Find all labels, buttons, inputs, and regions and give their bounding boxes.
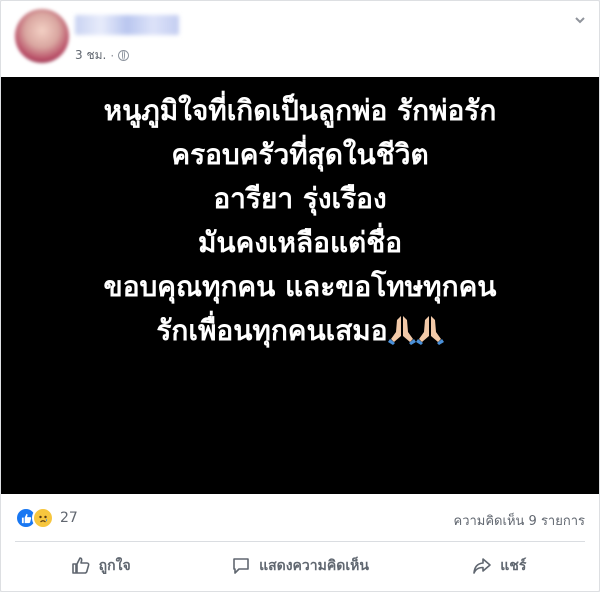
thumbs-up-icon	[71, 557, 90, 574]
avatar[interactable]	[15, 9, 69, 63]
folded-hands-icon	[387, 316, 416, 345]
author-name-blurred[interactable]	[75, 15, 179, 35]
divider	[15, 541, 585, 542]
comments-count-link[interactable]: ความคิดเห็น 9 รายการ	[454, 510, 586, 531]
post-card: 3 ชม. · หนูภูมิใจที่เกิดเป็นลูกพ่อ รักพ่…	[0, 0, 600, 592]
timestamp[interactable]: 3 ชม.	[75, 46, 106, 65]
share-arrow-icon	[473, 558, 492, 574]
comment-button[interactable]: แสดงความคิดเห็น	[200, 546, 399, 586]
folded-hands-icon	[415, 316, 444, 345]
image-text-line: หนูภูมิใจที่เกิดเป็นลูกพ่อ รักพ่อรัก	[103, 94, 497, 127]
share-button[interactable]: แชร์	[400, 546, 599, 586]
image-text-line: ขอบคุณทุกคน และขอโทษทุกคน	[103, 270, 497, 303]
like-label: ถูกใจ	[98, 558, 131, 574]
share-label: แชร์	[500, 558, 527, 574]
separator: ·	[110, 48, 115, 63]
post-meta: 3 ชม. ·	[75, 46, 130, 65]
image-text-line: รักเพื่อนทุกคนเสมอ	[156, 314, 388, 347]
globe-icon[interactable]	[118, 50, 130, 61]
post-image-text: หนูภูมิใจที่เกิดเป็นลูกพ่อ รักพ่อรัก ครอ…	[1, 89, 599, 353]
post-header: 3 ชม. ·	[1, 1, 599, 75]
image-text-line: มันคงเหลือแต่ชื่อ	[197, 226, 403, 259]
reaction-summary[interactable]: 27	[15, 507, 78, 529]
image-text-line-with-emoji: รักเพื่อนทุกคนเสมอ	[1, 309, 599, 353]
sad-reaction-icon	[32, 507, 54, 529]
image-text-line: ครอบครัวที่สุดในชีวิต	[171, 138, 429, 171]
action-bar: ถูกใจ แสดงความคิดเห็น แชร์	[1, 546, 599, 586]
like-button[interactable]: ถูกใจ	[1, 546, 200, 586]
reaction-count[interactable]: 27	[60, 510, 78, 526]
image-text-line: อารียา รุ่งเรือง	[213, 182, 387, 215]
comment-icon	[233, 558, 249, 574]
chevron-down-icon[interactable]	[573, 13, 587, 27]
comment-label: แสดงความคิดเห็น	[259, 558, 369, 574]
